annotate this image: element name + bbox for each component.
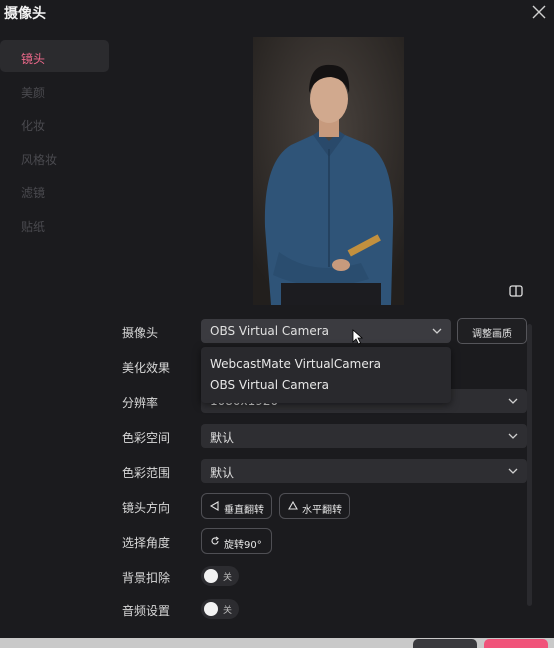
- sidebar-item-filter[interactable]: 滤镜: [0, 174, 109, 206]
- scrollbar[interactable]: [527, 324, 532, 606]
- chevron-down-icon: [508, 398, 518, 404]
- audio-state: 关: [223, 606, 233, 616]
- title-bar: 摄像头: [0, 0, 554, 26]
- rotate-label: 旋转90°: [224, 540, 262, 551]
- camera-preview: [253, 37, 404, 305]
- audio-label: 音频设置: [122, 604, 171, 618]
- adjust-quality-button[interactable]: 调整画质: [457, 318, 527, 344]
- color-space-label: 色彩空间: [122, 431, 171, 445]
- bg-removal-label: 背景扣除: [122, 571, 171, 585]
- camera-select[interactable]: OBS Virtual Camera: [201, 319, 451, 343]
- resolution-label: 分辨率: [122, 396, 159, 410]
- chevron-down-icon: [508, 433, 518, 439]
- bg-removal-state: 关: [223, 573, 233, 583]
- rotate-icon: [211, 536, 219, 545]
- color-range-label: 色彩范围: [122, 466, 171, 480]
- flip-horizontal-icon: [288, 501, 298, 510]
- lens-direction-label: 镜头方向: [122, 501, 171, 515]
- sidebar-item-makeup[interactable]: 化妆: [0, 107, 109, 139]
- chevron-down-icon: [508, 468, 518, 474]
- split-view-icon[interactable]: [508, 283, 524, 299]
- toggle-knob: [204, 569, 218, 583]
- vertical-flip-label: 垂直翻转: [224, 505, 264, 516]
- horizontal-flip-button[interactable]: 水平翻转: [279, 493, 350, 519]
- sidebar-item-beauty[interactable]: 美颜: [0, 74, 109, 106]
- beautify-label: 美化效果: [122, 361, 171, 375]
- vertical-flip-button[interactable]: 垂直翻转: [201, 493, 272, 519]
- camera-dropdown: WebcastMate VirtualCamera OBS Virtual Ca…: [201, 347, 451, 403]
- sidebar-item-style-makeup[interactable]: 风格妆: [0, 141, 109, 173]
- sidebar-item-lens[interactable]: 镜头: [0, 40, 109, 72]
- primary-action-button[interactable]: [484, 639, 548, 648]
- flip-vertical-icon: [210, 501, 219, 511]
- chevron-down-icon: [432, 328, 442, 334]
- camera-label: 摄像头: [122, 326, 159, 340]
- window-title: 摄像头: [4, 6, 46, 22]
- angle-label: 选择角度: [122, 536, 171, 550]
- audio-toggle[interactable]: 关: [201, 599, 239, 619]
- color-range-select[interactable]: 默认: [201, 459, 527, 483]
- preview-image: [253, 37, 404, 305]
- toggle-knob: [204, 602, 218, 616]
- color-range-select-value: 默认: [210, 466, 235, 480]
- camera-select-value: OBS Virtual Camera: [210, 324, 330, 338]
- horizontal-flip-label: 水平翻转: [302, 505, 342, 516]
- sidebar-item-sticker[interactable]: 贴纸: [0, 208, 109, 240]
- color-space-select-value: 默认: [210, 431, 235, 445]
- secondary-action-button[interactable]: [413, 639, 477, 648]
- camera-option-webcastmate[interactable]: WebcastMate VirtualCamera: [210, 357, 381, 371]
- color-space-select[interactable]: 默认: [201, 424, 527, 448]
- rotate-button[interactable]: 旋转90°: [201, 528, 272, 554]
- close-icon[interactable]: [530, 3, 548, 21]
- bg-removal-toggle[interactable]: 关: [201, 566, 239, 586]
- camera-option-obs[interactable]: OBS Virtual Camera: [210, 378, 329, 392]
